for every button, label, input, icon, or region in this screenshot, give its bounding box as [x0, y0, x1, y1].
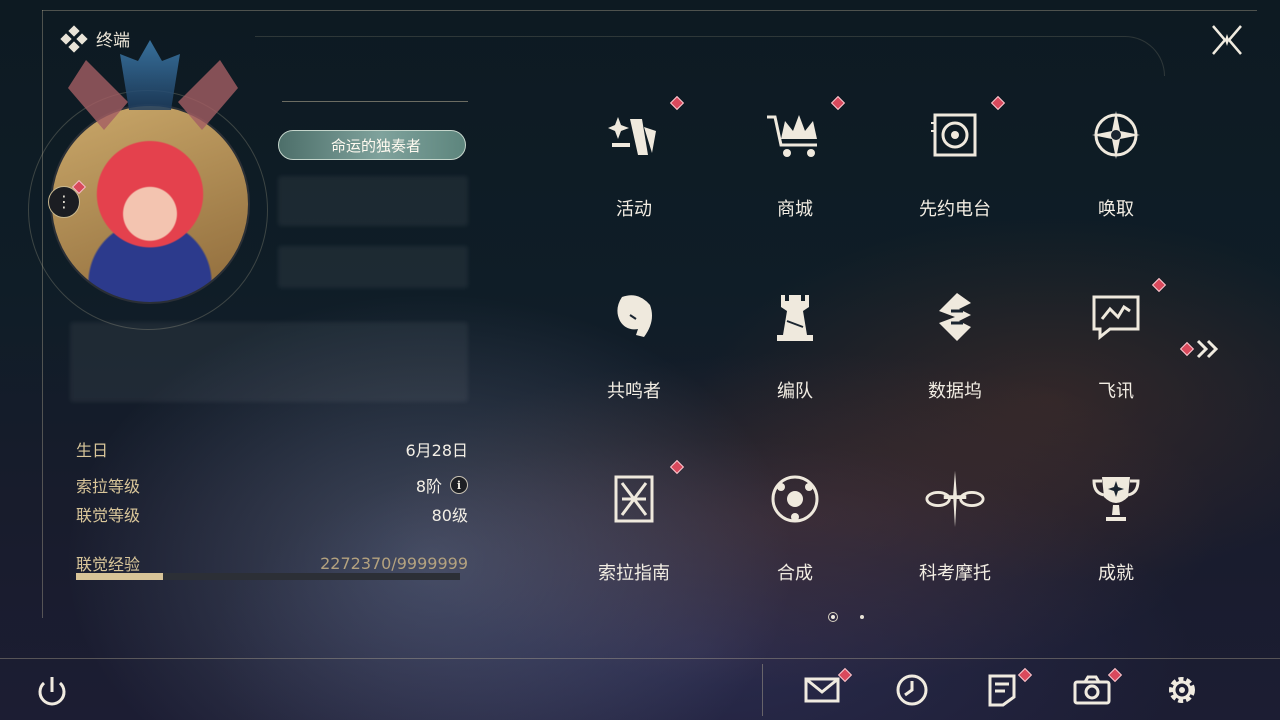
timer-button[interactable]	[890, 668, 934, 712]
menu-item-label: 编队	[777, 381, 813, 402]
notification-badge	[669, 95, 685, 111]
menu-item-label: 数据坞	[928, 381, 982, 402]
menu-item-motorbike[interactable]: 科考摩托	[885, 454, 1025, 604]
chat-bubble-icon	[1086, 287, 1146, 347]
menu-item-synthesis[interactable]: 合成	[725, 454, 865, 604]
trophy-icon	[1086, 469, 1146, 529]
mail-icon	[804, 677, 840, 703]
chess-piece-icon	[765, 287, 825, 347]
pagination-dots	[828, 612, 864, 622]
frame-top-line	[42, 10, 1257, 11]
camera-icon	[1073, 675, 1111, 705]
power-button[interactable]	[34, 674, 70, 710]
menu-item-achievements[interactable]: 成就	[1046, 454, 1186, 604]
menu-item-messages[interactable]: 飞讯	[1046, 272, 1186, 422]
radio-speaker-icon	[925, 105, 985, 165]
title-chip-label: 命运的独奏者	[330, 136, 421, 155]
menu-item-activity[interactable]: 活动	[564, 90, 704, 240]
blurred-name	[278, 176, 468, 226]
data-bank-icon	[925, 287, 985, 347]
crown-cart-icon	[765, 105, 825, 165]
notification-badge	[1151, 277, 1167, 293]
bottom-bar-divider	[0, 658, 1280, 659]
exp-progress-bar	[76, 573, 460, 580]
sola-level-label: 索拉等级	[76, 477, 141, 496]
sync-level-label: 联觉等级	[76, 506, 141, 525]
avatar-crown	[120, 40, 180, 110]
menu-item-shop[interactable]: 商城	[725, 90, 865, 240]
compass-star-icon	[1086, 105, 1146, 165]
guide-book-icon	[604, 469, 664, 529]
menu-item-label: 唤取	[1098, 199, 1134, 220]
exp-row: 联觉经验 2272370/9999999	[76, 551, 468, 575]
menu-item-label: 成就	[1098, 563, 1134, 584]
notification-badge	[990, 95, 1006, 111]
sync-level-row: 联觉等级 80级	[76, 502, 468, 526]
sync-level-value: 80级	[431, 506, 468, 525]
title-divider	[282, 101, 468, 102]
birthday-value: 6月28日	[405, 441, 468, 460]
double-chevron-right-icon	[1196, 339, 1219, 359]
notes-button[interactable]	[980, 667, 1033, 712]
birthday-label: 生日	[76, 441, 109, 460]
next-page-button[interactable]	[1196, 338, 1220, 366]
menu-item-label: 合成	[777, 563, 813, 584]
more-vertical-icon: ⋮	[56, 192, 72, 211]
menu-item-guide[interactable]: 索拉指南	[564, 454, 704, 604]
menu-item-data-bank[interactable]: 数据坞	[885, 272, 1025, 422]
close-icon	[1212, 25, 1242, 55]
exp-label: 联觉经验	[76, 555, 141, 574]
mail-button[interactable]	[800, 667, 853, 712]
menu-item-resonators[interactable]: 共鸣者	[564, 272, 704, 422]
settings-button[interactable]	[1160, 668, 1204, 712]
birthday-row: 生日 6月28日	[76, 437, 468, 461]
menu-item-convene[interactable]: 唤取	[1046, 90, 1186, 240]
menu-item-label: 先约电台	[919, 199, 991, 220]
menu-item-label: 飞讯	[1098, 381, 1134, 402]
blurred-signature	[70, 322, 468, 402]
frame-arc	[255, 36, 1165, 76]
character-head-icon	[604, 287, 664, 347]
menu-item-label: 商城	[777, 199, 813, 220]
page-dot-active[interactable]	[828, 612, 838, 622]
menu-item-label: 活动	[616, 199, 652, 220]
menu-item-team[interactable]: 编队	[725, 272, 865, 422]
synthesis-orbit-icon	[765, 469, 825, 529]
frame-left-line	[42, 10, 43, 618]
camera-button[interactable]	[1070, 667, 1123, 712]
note-icon	[988, 674, 1016, 707]
exp-value: 2272370/9999999	[320, 553, 468, 573]
sparkle-event-icon	[604, 105, 664, 165]
notification-badge	[1017, 667, 1033, 683]
close-button[interactable]	[1207, 20, 1247, 60]
page-dot[interactable]	[860, 615, 864, 619]
menu-item-label: 共鸣者	[607, 381, 661, 402]
sola-level-row: 索拉等级 8阶 i	[76, 473, 468, 497]
info-icon[interactable]: i	[450, 476, 468, 494]
notification-badge	[830, 95, 846, 111]
sola-level-value: 8阶	[415, 477, 442, 496]
menu-item-radio[interactable]: 先约电台	[885, 90, 1025, 240]
exp-progress-fill	[76, 573, 164, 580]
power-icon	[38, 677, 66, 706]
motorbike-icon	[925, 469, 985, 529]
avatar	[50, 104, 250, 304]
notification-badge	[669, 459, 685, 475]
bottom-bar-separator	[762, 664, 763, 716]
menu-item-label: 索拉指南	[598, 563, 670, 584]
gear-icon	[1169, 677, 1195, 703]
clock-icon	[896, 674, 928, 706]
blurred-id	[278, 246, 468, 288]
title-chip[interactable]: 命运的独奏者	[278, 130, 466, 160]
player-avatar[interactable]: ⋮	[28, 40, 268, 330]
menu-item-label: 科考摩托	[919, 563, 991, 584]
sola-level-value-group: 8阶 i	[416, 473, 468, 497]
